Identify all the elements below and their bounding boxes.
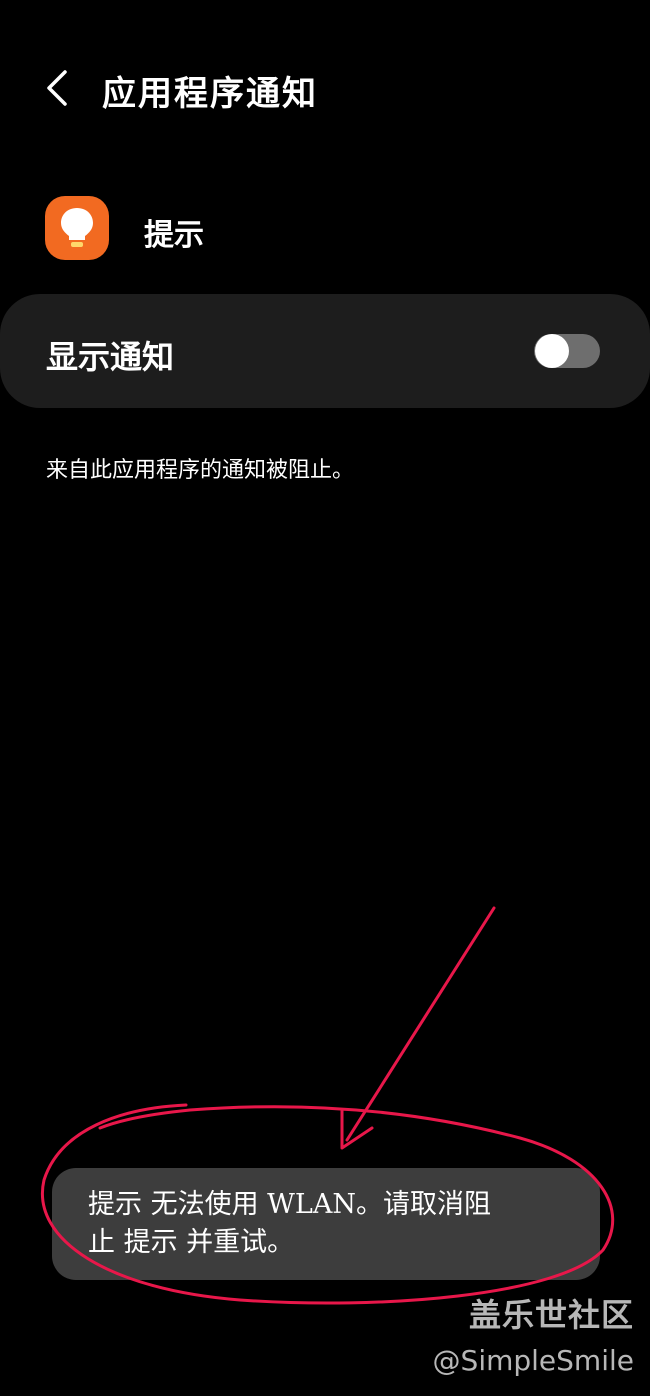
page-title: 应用程序通知	[102, 74, 318, 114]
watermark-user: @SimpleSmile	[432, 1344, 634, 1377]
blocked-notice: 来自此应用程序的通知被阻止。	[46, 458, 355, 483]
toast-text: 提示 无法使用 WLAN。请取消阻 止 提示 并重试。	[88, 1186, 558, 1262]
toast-message: 提示 无法使用 WLAN。请取消阻 止 提示 并重试。	[52, 1168, 600, 1280]
back-button[interactable]	[30, 60, 86, 116]
switch-knob	[535, 334, 569, 368]
chevron-left-icon	[47, 70, 67, 106]
show-notifications-label: 显示通知	[46, 338, 175, 376]
app-info-row: 提示	[0, 190, 650, 270]
app-name: 提示	[144, 218, 204, 253]
lightbulb-icon	[61, 208, 93, 247]
header: 应用程序通知	[0, 50, 650, 130]
annotation-arrow-head	[340, 1108, 374, 1150]
annotation-arrow-shaft	[345, 906, 496, 1142]
app-icon	[45, 196, 109, 260]
toast-line-1: 提示 无法使用 WLAN。请取消阻	[88, 1189, 491, 1220]
watermark-site: 盖乐世社区	[468, 1296, 634, 1334]
toast-line-2: 止 提示 并重试。	[88, 1227, 295, 1258]
show-notifications-switch[interactable]	[534, 334, 600, 368]
watermark: 盖乐世社区 @SimpleSmile	[433, 1290, 634, 1377]
show-notifications-row[interactable]: 显示通知	[0, 294, 650, 408]
